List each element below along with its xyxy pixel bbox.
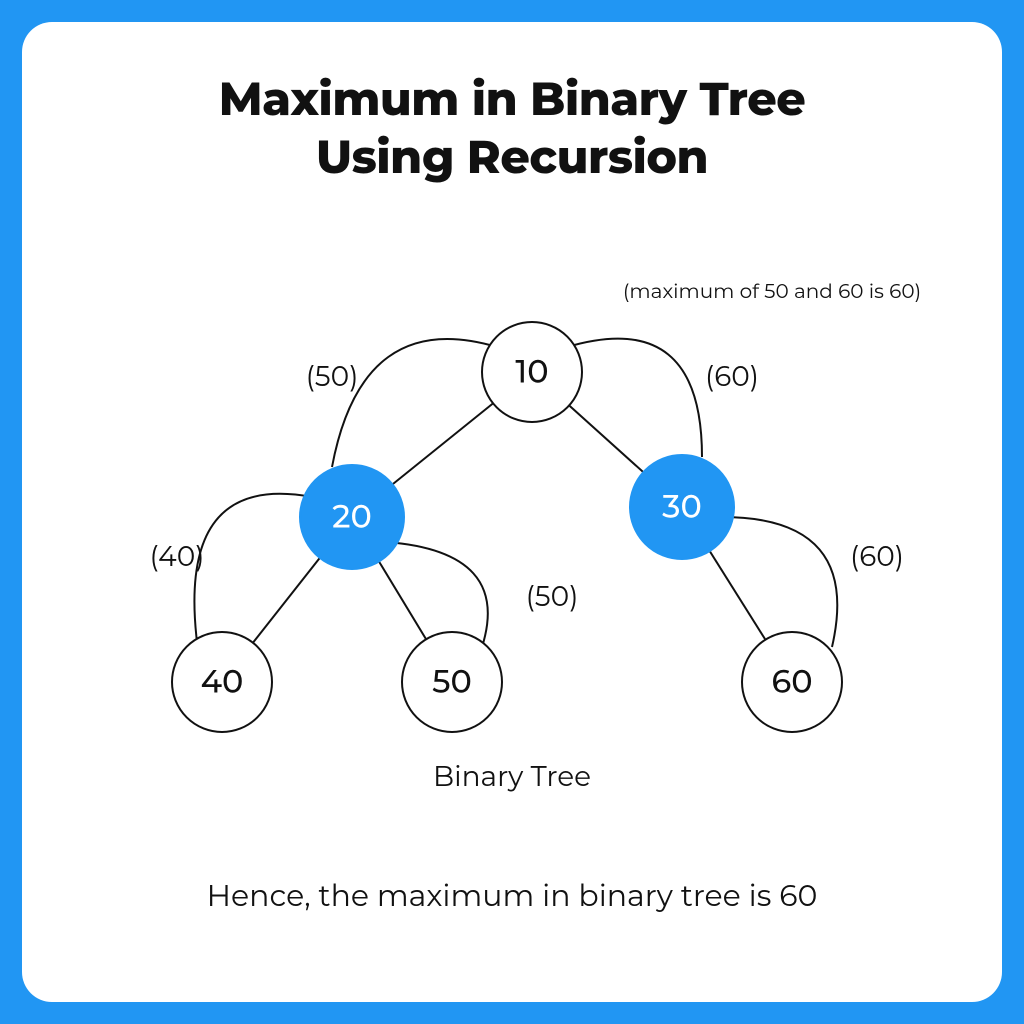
node-rr-label: 60 xyxy=(771,663,812,702)
arc-left-ll xyxy=(194,494,312,642)
arc-root-left xyxy=(332,339,497,467)
tree-diagram: 10 20 30 40 50 60 (50) (60) (40) (50) (6… xyxy=(22,282,1002,762)
node-right-label: 30 xyxy=(662,488,702,527)
label-root-right: (60) xyxy=(705,360,759,394)
node-root-label: 10 xyxy=(515,353,548,392)
label-root-left: (50) xyxy=(306,360,359,394)
diagram-card: Maximum in Binary Tree Using Recursion xyxy=(22,22,1002,1002)
arc-left-lr xyxy=(387,542,488,647)
label-right-rr: (60) xyxy=(850,540,904,574)
diagram-caption: Binary Tree xyxy=(22,760,1002,794)
label-left-lr: (50) xyxy=(526,580,579,614)
node-lr-label: 50 xyxy=(432,663,472,702)
label-left-ll: (40) xyxy=(150,540,205,574)
node-left-label: 20 xyxy=(332,498,372,537)
arc-right-rr xyxy=(722,517,837,647)
title-line-1: Maximum in Binary Tree xyxy=(219,70,806,127)
arc-root-right xyxy=(567,339,702,457)
top-note: (maximum of 50 and 60 is 60) xyxy=(623,282,921,304)
page-title: Maximum in Binary Tree Using Recursion xyxy=(22,70,1002,185)
conclusion-text: Hence, the maximum in binary tree is 60 xyxy=(22,877,1002,914)
node-ll-label: 40 xyxy=(201,663,244,702)
title-line-2: Using Recursion xyxy=(316,128,708,185)
